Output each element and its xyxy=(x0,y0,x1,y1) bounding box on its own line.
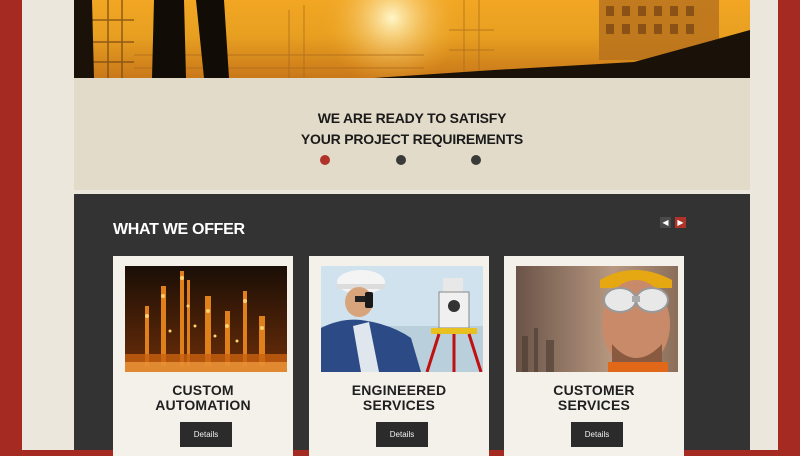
card-title-line-1: CUSTOM xyxy=(172,382,234,398)
slider-dot-1[interactable] xyxy=(320,155,330,165)
worker-goggles-image xyxy=(516,266,678,372)
card-title-line-2: SERVICES xyxy=(362,397,436,413)
page-container: WE ARE READY TO SATISFY YOUR PROJECT REQ… xyxy=(22,0,778,456)
tagline-band: WE ARE READY TO SATISFY YOUR PROJECT REQ… xyxy=(74,78,750,190)
details-button[interactable]: Details xyxy=(571,422,623,447)
hero-banner xyxy=(74,0,750,78)
card-title: CUSTOMER SERVICES xyxy=(504,383,684,413)
refinery-night-image xyxy=(125,266,287,372)
offer-section: WHAT WE OFFER ◀ ▶ CUSTOM AUTOMATION Deta… xyxy=(74,194,750,456)
details-button[interactable]: Details xyxy=(376,422,428,447)
carousel-next-button[interactable]: ▶ xyxy=(675,217,686,228)
surveyor-image xyxy=(321,266,483,372)
card-title-line-2: SERVICES xyxy=(557,397,631,413)
offer-card-customer-services: CUSTOMER SERVICES Details xyxy=(504,256,684,456)
slider-dot-3[interactable] xyxy=(471,155,481,165)
tagline-heading: WE ARE READY TO SATISFY YOUR PROJECT REQ… xyxy=(74,108,750,150)
tagline-line-2: YOUR PROJECT REQUIREMENTS xyxy=(300,131,524,147)
offer-title: WHAT WE OFFER xyxy=(113,221,245,238)
card-title-line-1: ENGINEERED xyxy=(351,382,447,398)
slider-dot-2[interactable] xyxy=(396,155,406,165)
hero-construction-silhouette xyxy=(74,0,750,78)
card-title: ENGINEERED SERVICES xyxy=(309,383,489,413)
details-button[interactable]: Details xyxy=(180,422,232,447)
card-title-line-2: AUTOMATION xyxy=(155,397,251,413)
chevron-right-icon: ▶ xyxy=(677,218,684,227)
offer-card-engineered-services: ENGINEERED SERVICES Details xyxy=(309,256,489,456)
offer-card-custom-automation: CUSTOM AUTOMATION Details xyxy=(113,256,293,456)
tagline-line-1: WE ARE READY TO SATISFY xyxy=(317,110,507,126)
card-title-line-1: CUSTOMER xyxy=(553,382,635,398)
chevron-left-icon: ◀ xyxy=(662,218,669,227)
carousel-prev-button[interactable]: ◀ xyxy=(660,217,671,228)
card-title: CUSTOM AUTOMATION xyxy=(113,383,293,413)
